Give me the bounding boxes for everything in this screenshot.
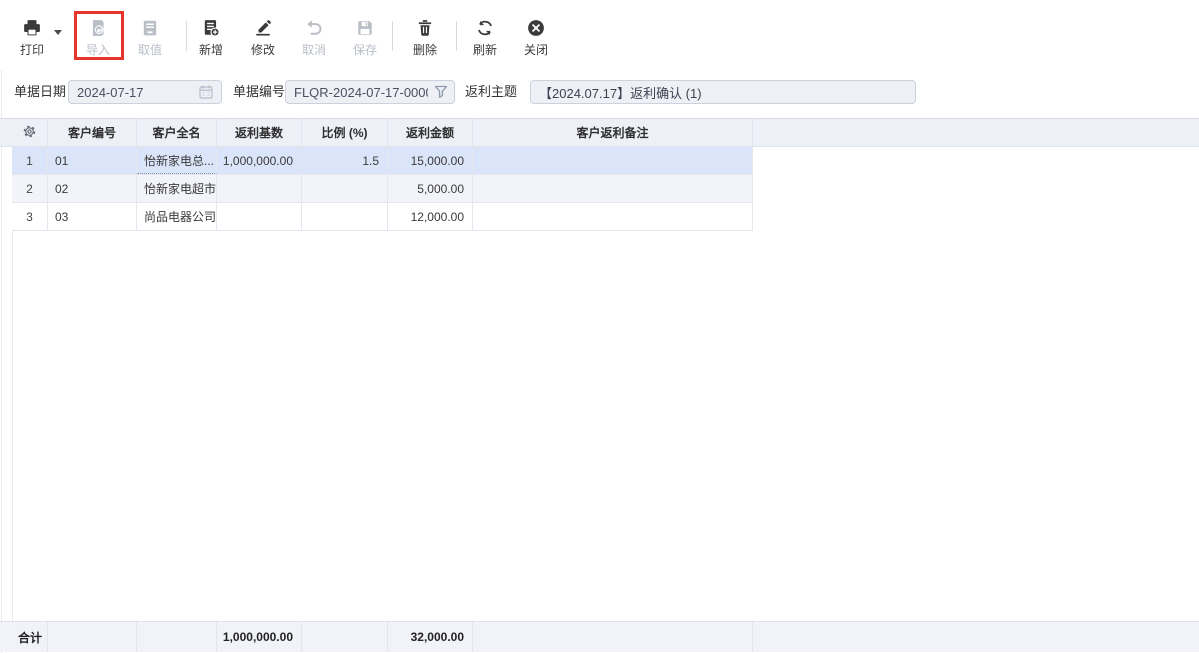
cell-rebate-amount[interactable]: 5,000.00 [388,175,473,202]
rebate-confirmation-window: 打印 导入 [0,0,1199,653]
gear-icon[interactable] [22,124,37,142]
col-header-rebate-amount[interactable]: 返利金额 [388,119,473,146]
grid-footer-row: 合计 1,000,000.00 32,000.00 [0,621,1199,652]
cancel-button[interactable]: 取消 [294,19,334,57]
toolbar-separator [392,21,393,51]
cell-rebate-base[interactable] [217,203,302,230]
col-header-ratio[interactable]: 比例 (%) [302,119,388,146]
delete-button[interactable]: 删除 [405,19,445,57]
edit-button[interactable]: 修改 [243,19,283,57]
save-button[interactable]: 保存 [345,19,385,57]
footer-total-label: 合计 [12,622,48,652]
grid-body: 1 01 怡新家电总... 1,000,000.00 1.5 15,000.00… [12,147,753,231]
print-label: 打印 [20,43,44,57]
col-header-customer-name[interactable]: 客户全名 [137,119,217,146]
import-icon [89,19,107,37]
close-button[interactable]: 关闭 [516,19,556,57]
cell-remark[interactable] [473,175,753,202]
col-header-rebate-base[interactable]: 返利基数 [217,119,302,146]
cell-customer-no[interactable]: 03 [48,203,137,230]
delete-icon [416,19,434,37]
save-icon [356,19,374,37]
document-header-form: 单据日期 单据编号 返利主题 [0,80,1199,104]
row-number[interactable]: 2 [12,175,48,202]
footer-customer-name-cell [137,622,217,652]
cell-customer-no[interactable]: 02 [48,175,137,202]
cell-rebate-amount[interactable]: 12,000.00 [388,203,473,230]
cell-rebate-base[interactable]: 1,000,000.00 [217,147,302,174]
cell-customer-name[interactable]: 尚品电器公司 [137,203,217,230]
cell-customer-no[interactable]: 01 [48,147,137,174]
footer-filler [753,622,1199,652]
edit-label: 修改 [251,43,275,57]
doc-number-label: 单据编号 [233,80,285,104]
add-label: 新增 [199,43,223,57]
table-row[interactable]: 1 01 怡新家电总... 1,000,000.00 1.5 15,000.00 [12,147,753,175]
toolbar-separator [186,21,187,51]
cell-remark[interactable] [473,203,753,230]
footer-rebate-base-total: 1,000,000.00 [217,622,302,652]
add-button[interactable]: 新增 [191,19,231,57]
delete-label: 删除 [413,43,437,57]
toolbar-separator [456,21,457,51]
footer-rebate-amount-total: 32,000.00 [388,622,473,652]
edit-icon [254,19,272,37]
rebate-subject-label: 返利主题 [465,80,517,104]
cancel-label: 取消 [302,43,326,57]
doc-date-input[interactable] [68,80,222,104]
fetch-value-label: 取值 [138,43,162,57]
cell-ratio[interactable] [302,203,388,230]
cell-remark[interactable] [473,147,753,174]
cell-ratio[interactable]: 1.5 [302,147,388,174]
close-label: 关闭 [524,43,548,57]
row-number[interactable]: 3 [12,203,48,230]
import-label: 导入 [86,43,110,57]
refresh-icon [476,19,494,37]
table-row[interactable]: 3 03 尚品电器公司 12,000.00 [12,203,753,231]
table-row[interactable]: 2 02 怡新家电超市 5,000.00 [12,175,753,203]
print-button[interactable]: 打印 [12,19,52,57]
close-icon [527,19,545,37]
col-header-customer-remark[interactable]: 客户返利备注 [473,119,753,146]
rebate-subject-input[interactable] [530,80,916,104]
footer-remark-cell [473,622,753,652]
toolbar: 打印 导入 [0,0,1199,70]
import-button[interactable]: 导入 [78,19,118,57]
row-number[interactable]: 1 [12,147,48,174]
doc-date-label: 单据日期 [14,80,66,104]
fetch-value-button[interactable]: 取值 [130,19,170,57]
fetch-value-icon [141,19,159,37]
footer-customer-no-cell [48,622,137,652]
add-icon [202,19,220,37]
undo-icon [305,19,323,37]
footer-ratio-cell [302,622,388,652]
doc-number-input[interactable] [285,80,455,104]
print-dropdown-caret[interactable] [54,30,62,35]
cell-customer-name[interactable]: 怡新家电总... [137,147,217,174]
refresh-label: 刷新 [473,43,497,57]
col-header-customer-no[interactable]: 客户编号 [48,119,137,146]
cell-rebate-base[interactable] [217,175,302,202]
col-header-filler [753,119,1199,146]
refresh-button[interactable]: 刷新 [465,19,505,57]
grid-settings-cell[interactable] [12,119,48,146]
grid-header-row: 客户编号 客户全名 返利基数 比例 (%) 返利金额 客户返利备注 [0,118,1199,147]
cell-rebate-amount[interactable]: 15,000.00 [388,147,473,174]
cell-ratio[interactable] [302,175,388,202]
save-label: 保存 [353,43,377,57]
printer-icon [23,19,41,37]
cell-customer-name[interactable]: 怡新家电超市 [137,175,217,202]
